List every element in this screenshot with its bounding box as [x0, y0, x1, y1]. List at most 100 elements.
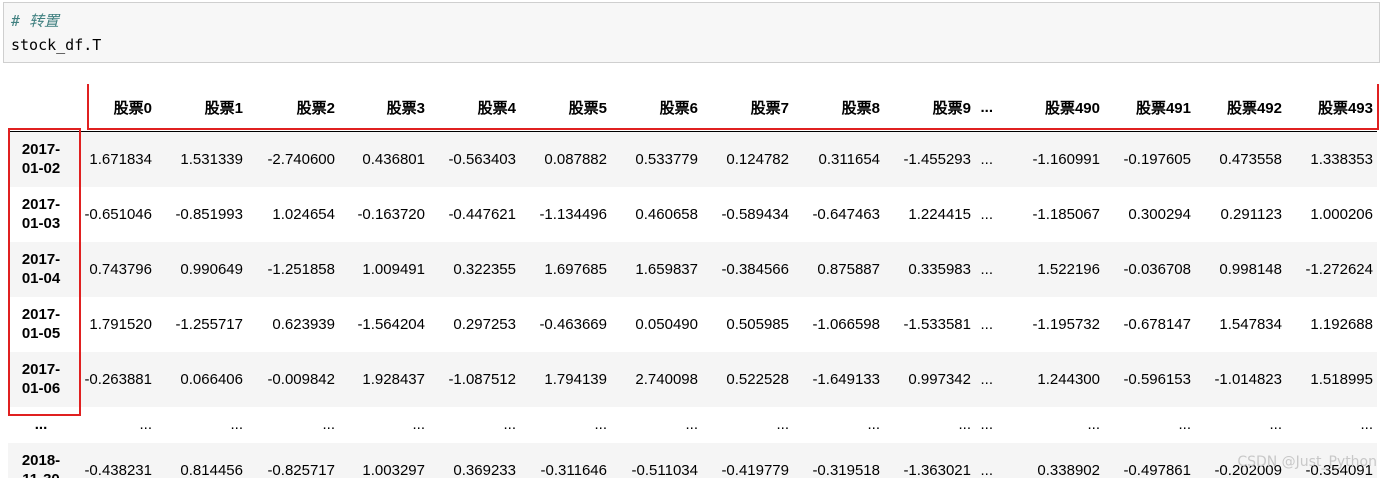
table-cell: 0.050490 [635, 315, 698, 333]
table-cell: -0.596153 [1123, 370, 1191, 388]
table-cell: -1.564204 [357, 315, 425, 333]
row-index-line-2: 01-02 [21, 160, 61, 178]
table-cell: -1.272624 [1305, 260, 1373, 278]
row-index-label: 2017- 01-02 [8, 132, 74, 187]
table-cell: 1.244300 [1037, 370, 1100, 388]
table-cell: 0.338902 [1037, 461, 1100, 478]
table-cell: -1.255717 [175, 315, 243, 333]
row-index-line-1: 2017- [21, 251, 61, 268]
table-cell: -0.438231 [84, 461, 152, 478]
table-cell: 0.335983 [908, 260, 971, 278]
table-cell: -0.163720 [357, 205, 425, 223]
table-cell: -1.014823 [1214, 370, 1282, 388]
table-cell: -0.678147 [1123, 315, 1191, 333]
table-cell: ... [594, 416, 607, 433]
column-header: 股票0 [74, 84, 156, 132]
table-cell: -0.311646 [540, 461, 607, 478]
row-index-label: 2018-11-30 [8, 443, 74, 478]
table-cell: 0.533779 [635, 150, 698, 168]
table-cell: -0.009842 [267, 370, 335, 388]
table-cell: ... [867, 416, 880, 433]
table-cell: 0.473558 [1219, 150, 1282, 168]
table-cell: 0.814456 [180, 461, 243, 478]
table-cell: 2.740098 [635, 370, 698, 388]
column-header: 股票6 [611, 84, 702, 132]
column-header: 股票8 [793, 84, 884, 132]
table-cell: -0.825717 [267, 461, 335, 478]
column-header: ... [975, 84, 997, 132]
code-line: stock_df.T [11, 36, 102, 54]
table-cell: 0.124782 [726, 150, 789, 168]
table-cell: 0.300294 [1128, 205, 1191, 223]
table-cell: -0.463669 [539, 315, 607, 333]
table-cell: 0.322355 [453, 260, 516, 278]
table-cell: -0.419779 [721, 461, 789, 478]
column-header: 股票5 [520, 84, 611, 132]
table-cell: -1.087512 [448, 370, 516, 388]
table-cell: 0.369233 [453, 461, 516, 478]
table-cell: 1.224415 [908, 205, 971, 223]
table-cell: 1.547834 [1219, 315, 1282, 333]
table-row: 2017- 01-06 -0.263881 0.066406 -0.009842 1.92… [8, 351, 1377, 407]
row-index-line-1: 2017- [21, 141, 61, 159]
column-header: 股票492 [1195, 84, 1286, 132]
table-cell: -1.455293 [903, 150, 971, 168]
table-cell: -0.511034 [631, 461, 698, 478]
table-cell: 1.518995 [1310, 370, 1373, 388]
table-cell: -0.319518 [812, 461, 880, 478]
table-row: 2017- 01-03 -0.651046 -0.851993 1.024654 -0.1… [8, 187, 1377, 242]
table-cell: 1.338353 [1310, 150, 1373, 168]
table-cell: -1.649133 [812, 370, 880, 388]
table-cell: 1.671834 [89, 150, 152, 168]
table-cell: 0.743796 [89, 260, 152, 278]
table-cell: -1.251858 [267, 260, 335, 278]
table-cell: -0.447621 [448, 205, 516, 223]
table-cell: ... [980, 370, 993, 388]
table-cell: 1.928437 [362, 370, 425, 388]
table-cell: 0.997342 [908, 370, 971, 388]
table-cell: ... [230, 416, 243, 433]
column-header: 股票7 [702, 84, 793, 132]
code-input-cell[interactable]: # 转置 stock_df.T [3, 2, 1380, 63]
table-cell: 0.875887 [817, 260, 880, 278]
row-index-line-2: 11-30 [8, 470, 74, 478]
table-cell: ... [980, 260, 993, 278]
row-index-label: 2017- 01-04 [8, 242, 74, 297]
table-cell: ... [980, 205, 993, 223]
table-cell: ... [1087, 416, 1100, 433]
table-cell: ... [1360, 416, 1373, 433]
table-cell: ... [776, 416, 789, 433]
table-cell: 0.522528 [726, 370, 789, 388]
table-cell: -1.363021 [903, 461, 971, 478]
table-cell: -1.066598 [812, 315, 880, 333]
table-cell: -1.134496 [539, 205, 607, 223]
column-header: 股票491 [1104, 84, 1195, 132]
table-cell: -1.195732 [1032, 315, 1100, 333]
column-header: 股票493 [1286, 84, 1377, 132]
table-cell: ... [139, 416, 152, 433]
table-cell: -0.384566 [721, 260, 789, 278]
table-cell: ... [980, 461, 993, 478]
table-cell: ... [980, 416, 993, 433]
table-cell: 1.697685 [544, 260, 607, 278]
row-index-label: 2017- 01-05 [8, 297, 74, 352]
table-cell: 1.192688 [1310, 315, 1373, 333]
table-cell: -0.589434 [721, 205, 789, 223]
column-header: 股票3 [339, 84, 429, 132]
table-cell: 0.087882 [544, 150, 607, 168]
table-cell: 1.024654 [272, 205, 335, 223]
code-comment: # 转置 [11, 12, 60, 30]
dataframe-table: 股票0 股票1 股票2 股票3 股票4 股票5 股票6 股票7 股票8 股票9... 股票490 股票… [8, 84, 1377, 478]
table-cell: -0.036708 [1123, 260, 1191, 278]
row-index-line-2: 01-04 [21, 270, 61, 287]
row-index-line-1: ... [34, 416, 48, 433]
table-cell: 1.009491 [362, 260, 425, 278]
table-row: 2018-11-30 -0.438231 0.814456 -0.825717 1.00… [8, 442, 1377, 478]
table-cell: ... [503, 416, 516, 433]
output-area: 股票0 股票1 股票2 股票3 股票4 股票5 股票6 股票7 股票8 股票9... 股票490 股票… [0, 84, 1389, 478]
table-cell: ... [980, 315, 993, 333]
table-row: 2017- 01-02 1.671834 1.531339 -2.740600 0.436… [8, 131, 1377, 187]
table-cell: -2.740600 [267, 150, 335, 168]
table-cell: 1.003297 [362, 461, 425, 478]
table-cell: -0.497861 [1123, 461, 1191, 478]
